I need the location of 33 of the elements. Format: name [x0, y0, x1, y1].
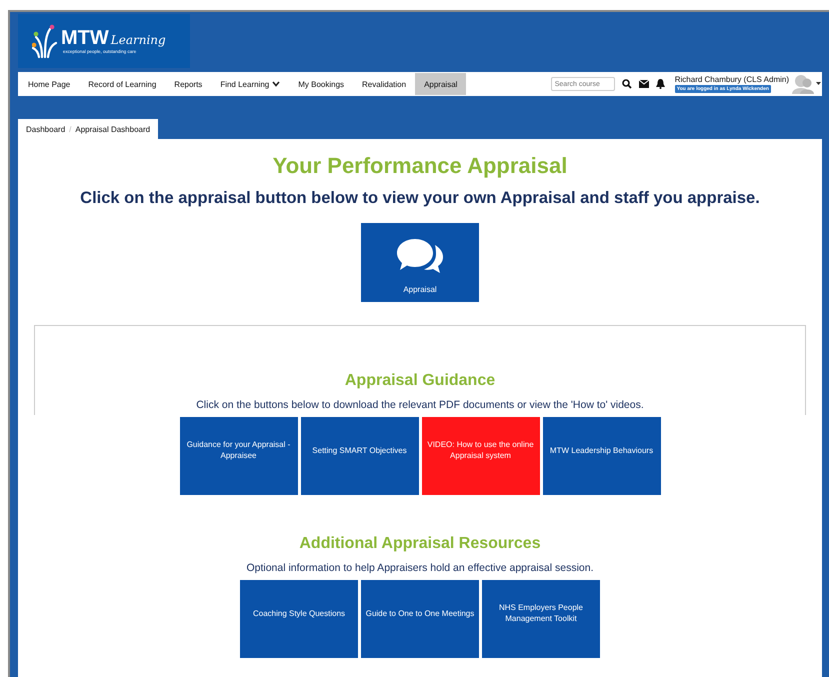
caret-icon	[816, 82, 821, 86]
nav-item[interactable]: Find Learning	[211, 73, 290, 95]
nav-item[interactable]: Appraisal	[415, 73, 466, 95]
logo-word: Learning	[110, 32, 166, 46]
nav-item[interactable]: Reports	[165, 73, 212, 95]
nav-item[interactable]: Revalidation	[353, 73, 416, 95]
nav-item[interactable]: Record of Learning	[79, 73, 166, 95]
resource-button[interactable]: Guidance for your Appraisal - Appraisee	[180, 417, 298, 495]
resource-button[interactable]: VIDEO: How to use the online Appraisal system	[422, 417, 540, 495]
resource-button[interactable]: Setting SMART Objectives	[300, 417, 418, 495]
envelope-icon	[638, 80, 649, 88]
breadcrumb-link[interactable]: Dashboard	[26, 124, 66, 134]
section-heading: Additional Appraisal Resources	[299, 535, 541, 553]
resource-button[interactable]: Guide to One to One Meetings	[361, 580, 479, 658]
search-icon	[622, 79, 632, 89]
section-heading: Appraisal Guidance	[344, 372, 496, 390]
resource-button[interactable]: MTW Leadership Behaviours	[542, 417, 660, 495]
section-text: Optional information to help Appraisers hold an effective appraisal session.	[246, 562, 594, 574]
section-text: Click on the buttons below to download the relevant PDF documents or view the 'How to' videos.	[196, 399, 644, 411]
resource-button[interactable]: NHS Employers People Management Toolkit	[482, 580, 600, 658]
bell-icon	[656, 79, 665, 89]
resource-button[interactable]: Coaching Style Questions	[240, 580, 358, 658]
page-title: Your Performance Appraisal	[272, 153, 568, 179]
user-name[interactable]: Richard Chambury (CLS Admin)	[674, 75, 789, 84]
logo-brand: MTW	[61, 28, 109, 48]
nav-item[interactable]: My Bookings	[289, 73, 354, 95]
breadcrumb-link[interactable]: Appraisal Dashboard	[75, 124, 150, 134]
breadcrumb-separator: /	[69, 124, 72, 134]
page-subtitle: Click on the appraisal button below to view your own Appraisal and staff you appraise.	[80, 189, 760, 208]
user-avatar-icon	[792, 74, 816, 94]
nav-item[interactable]: Home Page	[19, 73, 80, 95]
plant-logo-icon	[32, 23, 58, 59]
appraisal-button[interactable]: Appraisal	[361, 223, 479, 302]
